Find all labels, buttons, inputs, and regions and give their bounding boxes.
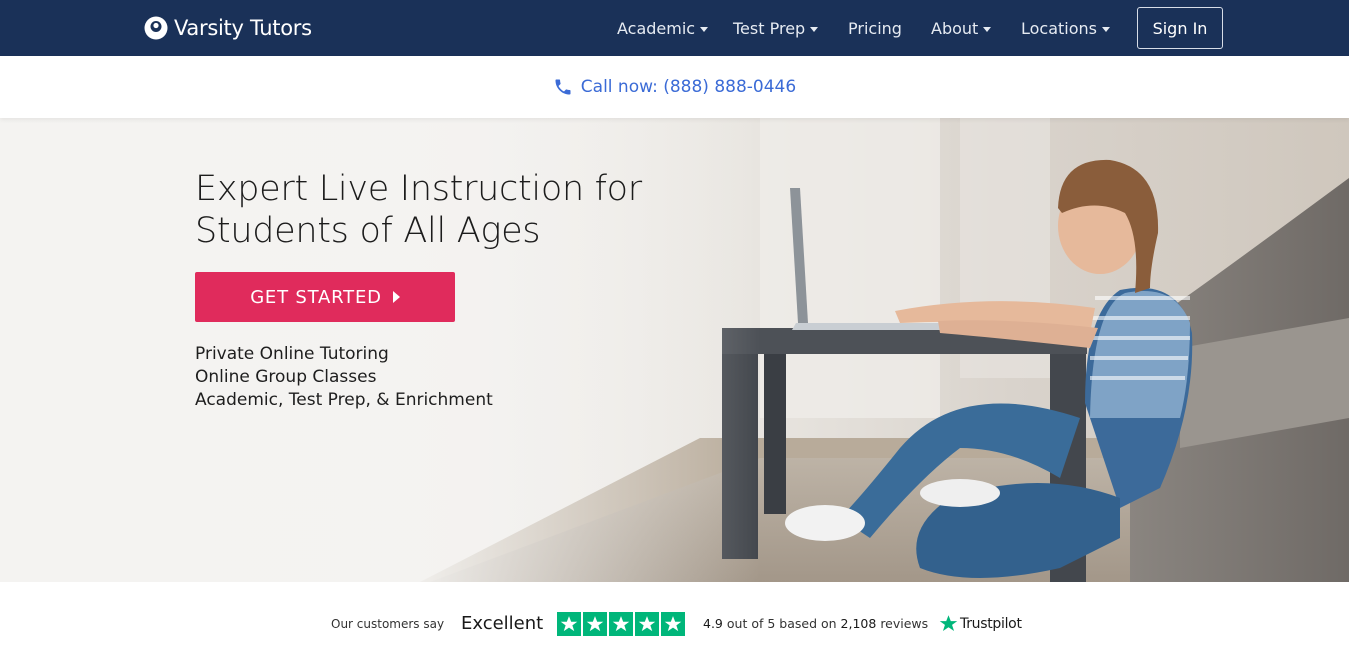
nav-item-pricing[interactable]: Pricing (848, 17, 902, 39)
top-nav: Varsity Tutors Academic Test Prep Pricin… (0, 0, 1349, 56)
get-started-label: GET STARTED (250, 286, 382, 308)
star-icon (609, 612, 633, 636)
star-icon (661, 612, 685, 636)
chevron-down-icon (1102, 26, 1111, 32)
nav-item-label: About (931, 18, 979, 38)
nav-item-locations[interactable]: Locations (1021, 17, 1111, 39)
nav-item-about[interactable]: About (931, 17, 992, 39)
star-rating (557, 612, 685, 636)
feature-item: Academic, Test Prep, & Enrichment (195, 390, 493, 410)
trustpilot-logo[interactable]: Trustpilot (939, 614, 1022, 633)
feature-item: Private Online Tutoring (195, 344, 389, 364)
rating-suffix: out of 5 based on (726, 616, 837, 631)
chevron-down-icon (810, 26, 819, 32)
reviews-word: reviews (880, 616, 929, 631)
get-started-button[interactable]: GET STARTED (195, 272, 455, 322)
star-icon (635, 612, 659, 636)
star-icon (557, 612, 581, 636)
trustpilot-star-icon (939, 615, 958, 632)
hero-feature-list: Private Online Tutoring Online Group Cla… (195, 343, 493, 412)
hero-section: Expert Live Instruction for Students of … (0, 118, 1349, 582)
sign-in-button[interactable]: Sign In (1137, 7, 1223, 49)
nav-item-label: Locations (1021, 18, 1098, 38)
rating-verdict: Excellent (461, 613, 544, 634)
call-now-link[interactable]: Call now: (888) 888-0446 (553, 77, 796, 97)
trustpilot-brand: Trustpilot (960, 615, 1022, 632)
caret-right-icon (392, 291, 400, 303)
nav-item-label: Academic (617, 18, 696, 38)
chevron-down-icon (700, 26, 709, 32)
nav-item-test-prep[interactable]: Test Prep (733, 17, 819, 39)
rating-score: 4.9 (703, 616, 723, 631)
nav-item-label: Pricing (848, 18, 902, 38)
phone-icon (555, 79, 571, 95)
call-now-label: Call now: (888) 888-0446 (580, 77, 797, 97)
feature-item: Online Group Classes (195, 367, 377, 387)
nav-item-label: Test Prep (733, 18, 806, 38)
rating-summary: 4.9 out of 5 based on 2,108 reviews (703, 616, 928, 631)
call-bar: Call now: (888) 888-0446 (0, 56, 1349, 118)
hero-title: Expert Live Instruction for Students of … (195, 169, 642, 251)
review-count: 2,108 (840, 616, 877, 631)
star-icon (583, 612, 607, 636)
chevron-down-icon (983, 26, 992, 32)
nav-item-academic[interactable]: Academic (617, 17, 709, 39)
customers-say-label: Our customers say (331, 617, 445, 631)
trustpilot-widget[interactable]: Our customers say Excellent 4.9 out of 5… (0, 582, 1349, 657)
